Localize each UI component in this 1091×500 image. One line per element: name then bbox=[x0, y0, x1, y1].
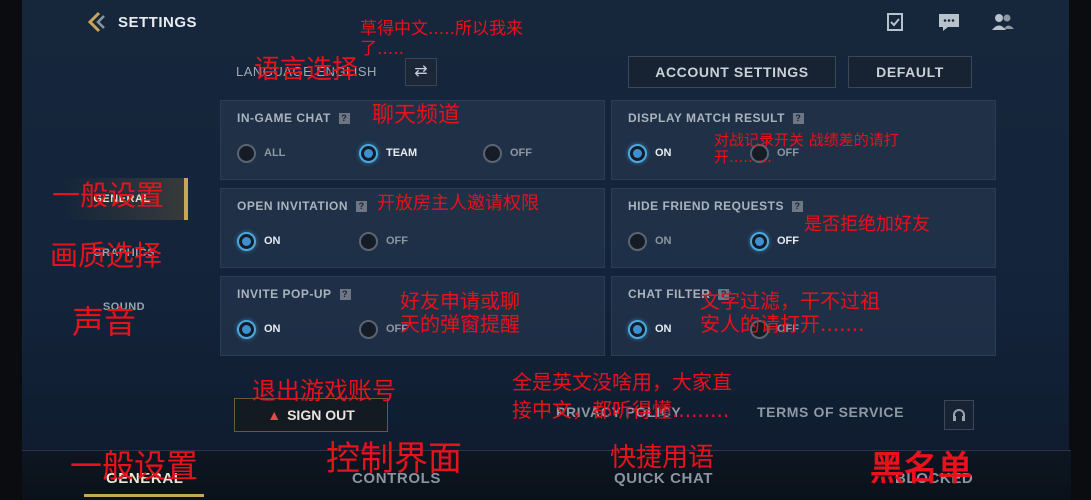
swap-language-icon[interactable]: ⇄ bbox=[405, 58, 437, 86]
back-icon[interactable] bbox=[86, 11, 108, 33]
invite-popup-title: INVITE POP-UP bbox=[237, 287, 332, 301]
annotation-english: 全是英文没啥用，大家直 接中文，都听得懂......... bbox=[512, 370, 732, 422]
in-game-chat-off-option[interactable]: OFF bbox=[483, 143, 532, 163]
radio-icon[interactable] bbox=[237, 143, 256, 163]
radio-selected-icon[interactable] bbox=[750, 231, 769, 251]
annotation-chat-filter: 文字过滤，干不过祖 安人的请打开....... bbox=[700, 289, 880, 336]
help-icon[interactable]: ? bbox=[339, 289, 351, 300]
annotation-language: 语言选择 bbox=[254, 55, 359, 85]
open-invitation-off-option[interactable]: OFF bbox=[359, 231, 408, 251]
annotation-blocked-tab: 黑名单 bbox=[870, 449, 972, 489]
active-tab-indicator bbox=[84, 494, 204, 497]
annotation-top: 草得中文.....所以我来 了..... bbox=[360, 19, 524, 59]
warning-icon: ▲ bbox=[267, 407, 282, 423]
default-button[interactable]: DEFAULT bbox=[848, 56, 972, 88]
help-icon[interactable]: ? bbox=[338, 113, 350, 124]
checklist-icon[interactable] bbox=[883, 12, 907, 34]
radio-icon[interactable] bbox=[628, 231, 647, 251]
annotation-in-game-chat: 聊天频道 bbox=[372, 103, 461, 128]
chat-icon[interactable] bbox=[937, 12, 961, 34]
in-game-chat-all-option[interactable]: ALL bbox=[237, 143, 285, 163]
chat-filter-title: CHAT FILTER bbox=[628, 287, 711, 301]
in-game-chat-title: IN-GAME CHAT bbox=[237, 111, 331, 125]
annotation-match-result: 对战记录开关 战绩差的请打 开......... bbox=[714, 131, 899, 167]
invite-popup-on-option[interactable]: ON bbox=[237, 319, 281, 339]
annotation-general-tab: 一般设置 bbox=[70, 447, 199, 485]
radio-selected-icon[interactable] bbox=[628, 319, 647, 339]
help-icon[interactable]: ? bbox=[792, 113, 804, 124]
hide-friend-requests-on-option[interactable]: ON bbox=[628, 231, 672, 251]
annotation-quick-chat-tab: 快捷用语 bbox=[610, 443, 715, 473]
annotation-sign-out: 退出游戏账号 bbox=[252, 377, 396, 405]
hide-friend-requests-title: HIDE FRIEND REQUESTS bbox=[628, 199, 785, 213]
annotation-graphics-nav: 画质选择 bbox=[50, 239, 163, 272]
radio-selected-icon[interactable] bbox=[628, 143, 647, 163]
radio-icon[interactable] bbox=[359, 231, 378, 251]
annotation-sound-nav: 声音 bbox=[72, 303, 137, 341]
radio-selected-icon[interactable] bbox=[237, 231, 256, 251]
help-icon[interactable]: ? bbox=[356, 201, 368, 212]
hide-friend-requests-off-option[interactable]: OFF bbox=[750, 231, 799, 251]
page-title: SETTINGS bbox=[118, 14, 198, 31]
radio-selected-icon[interactable] bbox=[359, 143, 378, 163]
terms-of-service-link[interactable]: TERMS OF SERVICE bbox=[757, 404, 904, 420]
screen-edge-left bbox=[0, 0, 22, 500]
annotation-controls-tab: 控制界面 bbox=[326, 439, 462, 479]
annotation-general-nav: 一般设置 bbox=[52, 179, 165, 212]
annotation-open-invitation: 开放房主人邀请权限 bbox=[377, 193, 539, 214]
account-settings-button[interactable]: ACCOUNT SETTINGS bbox=[628, 56, 836, 88]
annotation-hide-friend: 是否拒绝加好友 bbox=[804, 214, 930, 235]
open-invitation-on-option[interactable]: ON bbox=[237, 231, 281, 251]
display-match-result-title: DISPLAY MATCH RESULT bbox=[628, 111, 785, 125]
help-icon[interactable]: ? bbox=[792, 201, 804, 212]
radio-icon[interactable] bbox=[359, 319, 378, 339]
screen-edge-right bbox=[1069, 0, 1091, 500]
friends-icon[interactable] bbox=[991, 12, 1015, 34]
annotation-invite-popup: 好友申请或聊 天的弹窗提醒 bbox=[400, 289, 520, 336]
open-invitation-title: OPEN INVITATION bbox=[237, 199, 349, 213]
display-match-result-on-option[interactable]: ON bbox=[628, 143, 672, 163]
radio-icon[interactable] bbox=[483, 143, 502, 163]
in-game-chat-team-option[interactable]: TEAM bbox=[359, 143, 417, 163]
headset-support-icon[interactable] bbox=[944, 400, 974, 430]
radio-selected-icon[interactable] bbox=[237, 319, 256, 339]
chat-filter-on-option[interactable]: ON bbox=[628, 319, 672, 339]
